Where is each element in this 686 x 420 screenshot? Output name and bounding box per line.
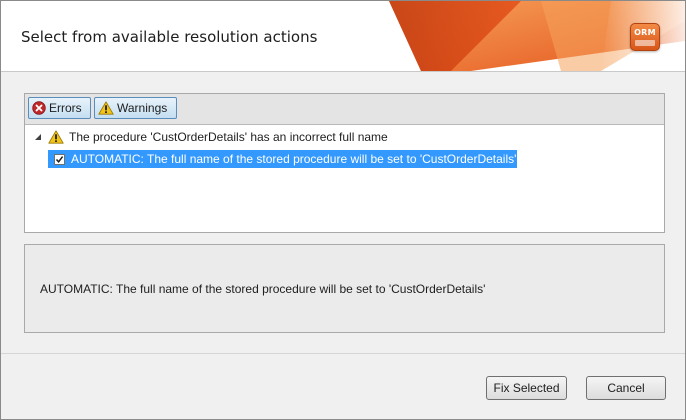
- warning-icon: [48, 130, 64, 144]
- dialog-header: Select from available resolution actions…: [1, 1, 685, 72]
- tree-item-issue[interactable]: The procedure 'CustOrderDetails' has an …: [33, 129, 388, 145]
- footer-divider: [1, 353, 685, 354]
- dialog-title: Select from available resolution actions: [21, 28, 318, 46]
- expand-triangle-icon[interactable]: [33, 132, 43, 142]
- orm-logo: ORM: [630, 23, 660, 51]
- error-icon: [32, 101, 46, 115]
- action-text: AUTOMATIC: The full name of the stored p…: [71, 152, 517, 166]
- cancel-button[interactable]: Cancel: [586, 376, 666, 400]
- action-details-panel: AUTOMATIC: The full name of the stored p…: [24, 244, 665, 333]
- warnings-filter-button[interactable]: Warnings: [94, 97, 177, 119]
- warning-icon: [98, 101, 114, 115]
- errors-filter-label: Errors: [49, 101, 82, 115]
- action-checkbox[interactable]: [54, 153, 65, 165]
- tree-item-action[interactable]: AUTOMATIC: The full name of the stored p…: [48, 150, 517, 168]
- issue-text: The procedure 'CustOrderDetails' has an …: [69, 130, 388, 144]
- fix-selected-button[interactable]: Fix Selected: [486, 376, 567, 400]
- orm-logo-text: ORM: [634, 28, 656, 37]
- filter-toolbar: Errors Warnings: [25, 94, 664, 125]
- action-details-text: AUTOMATIC: The full name of the stored p…: [40, 282, 486, 296]
- resolution-dialog: Select from available resolution actions…: [0, 0, 686, 420]
- checkmark-icon: [55, 155, 64, 163]
- issues-tree-panel: Errors Warnings The procedure 'CustOrder…: [24, 93, 665, 233]
- errors-filter-button[interactable]: Errors: [28, 97, 91, 119]
- warnings-filter-label: Warnings: [117, 101, 168, 115]
- orm-logo-bar: [635, 40, 655, 46]
